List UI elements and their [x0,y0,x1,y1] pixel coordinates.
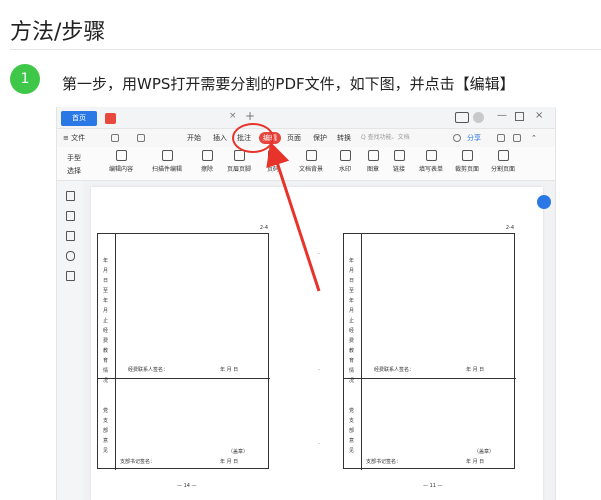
step-instruction: 第一步，用WPS打开需要分割的PDF文件，如下图，并点击【编辑】 [62,75,515,93]
step-number-badge: 1 [10,64,40,94]
section-title: 方法/步骤 [10,20,106,45]
annotation-arrow [266,141,321,292]
title-divider [10,49,601,50]
edit-tab-highlight-circle [232,123,274,153]
wps-screenshot: 首页 × + — × ≡ 文件 开始 插入 批注 编辑 页面 保护 转换 Q 查… [56,107,556,500]
